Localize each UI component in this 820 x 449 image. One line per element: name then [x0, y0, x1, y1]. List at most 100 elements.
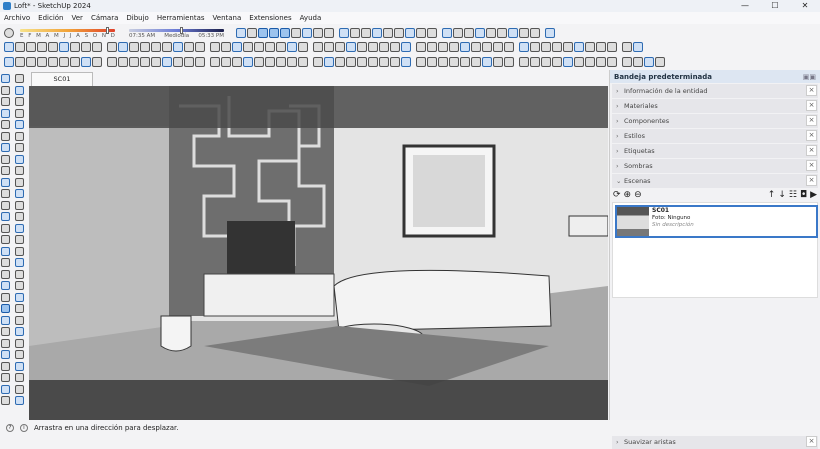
menu-herramientas[interactable]: Herramientas	[153, 14, 209, 22]
time-slider[interactable]: 07:35 AM Mediodía 05:33 PM	[129, 26, 224, 39]
toolbar-tool-icon[interactable]	[129, 41, 139, 52]
scene-tab-sc01[interactable]: SC01	[31, 72, 93, 86]
toolbar-tool-icon[interactable]	[15, 41, 25, 52]
left-tool-icon[interactable]	[15, 315, 24, 325]
toolbar-tool-icon[interactable]	[48, 41, 58, 52]
toolbar-tool-icon[interactable]	[140, 56, 150, 67]
toolbar-tool-icon[interactable]	[368, 41, 378, 52]
toolbar-tool-icon[interactable]	[530, 27, 540, 38]
toolbar-tool-icon[interactable]	[291, 27, 301, 38]
toolbar-tool-icon[interactable]	[379, 41, 389, 52]
toolbar-tool-icon[interactable]	[416, 27, 426, 38]
toolbar-tool-icon[interactable]	[427, 56, 437, 67]
toolbar-tool-icon[interactable]	[184, 56, 194, 67]
close-section-icon[interactable]: ×	[806, 115, 817, 126]
toolbar-tool-icon[interactable]	[401, 56, 411, 67]
left-tool-icon[interactable]	[1, 269, 10, 279]
move-down-icon[interactable]: ↓	[778, 190, 786, 200]
menu-ver[interactable]: Ver	[68, 14, 87, 22]
toolbar-tool-icon[interactable]	[339, 27, 349, 38]
toolbar-tool-icon[interactable]	[236, 27, 246, 38]
toolbar-tool-icon[interactable]	[302, 27, 312, 38]
left-tool-icon[interactable]	[15, 350, 24, 359]
chevron-right-icon[interactable]: ›	[616, 162, 624, 170]
add-scene-icon[interactable]: ⊕	[624, 190, 632, 200]
toolbar-tool-icon[interactable]	[390, 56, 400, 67]
toolbar-tool-icon[interactable]	[221, 56, 231, 67]
left-tool-icon[interactable]	[15, 304, 24, 313]
toolbar-tool-icon[interactable]	[298, 56, 308, 67]
tray-section[interactable]: › Materiales ×	[612, 99, 818, 113]
left-tool-icon[interactable]	[15, 361, 24, 371]
left-tool-icon[interactable]	[1, 350, 10, 359]
toolbar-tool-icon[interactable]	[173, 41, 183, 52]
toolbar-tool-icon[interactable]	[350, 27, 360, 38]
toolbar-tool-icon[interactable]	[497, 27, 507, 38]
toolbar-tool-icon[interactable]	[162, 56, 172, 67]
toolbar-tool-icon[interactable]	[258, 27, 268, 38]
left-tool-icon[interactable]	[15, 154, 24, 164]
left-tool-icon[interactable]	[1, 154, 10, 164]
maximize-button[interactable]: ☐	[760, 0, 790, 12]
toolbar-tool-icon[interactable]	[471, 56, 481, 67]
menu-ayuda[interactable]: Ayuda	[296, 14, 326, 22]
toolbar-tool-icon[interactable]	[427, 41, 437, 52]
left-tool-icon[interactable]	[15, 396, 24, 405]
toolbar-tool-icon[interactable]	[644, 56, 654, 67]
toolbar-tool-icon[interactable]	[287, 41, 297, 52]
toolbar-tool-icon[interactable]	[541, 56, 551, 67]
left-tool-icon[interactable]	[1, 384, 10, 394]
toolbar-tool-icon[interactable]	[70, 56, 80, 67]
close-section-icon[interactable]: ×	[806, 85, 817, 96]
left-tool-icon[interactable]	[1, 281, 10, 290]
tray-section[interactable]: › Componentes ×	[612, 114, 818, 128]
toolbar-tool-icon[interactable]	[633, 56, 643, 67]
time-slider-handle[interactable]	[179, 26, 183, 34]
menu-dibujo[interactable]: Dibujo	[122, 14, 152, 22]
toolbar-tool-icon[interactable]	[140, 41, 150, 52]
toolbar-tool-icon[interactable]	[26, 41, 36, 52]
toolbar-tool-icon[interactable]	[563, 56, 573, 67]
toolbar-tool-icon[interactable]	[324, 27, 334, 38]
left-tool-icon[interactable]	[15, 85, 24, 95]
toolbar-tool-icon[interactable]	[118, 56, 128, 67]
toolbar-tool-icon[interactable]	[442, 27, 452, 38]
toolbar-tool-icon[interactable]	[4, 56, 14, 67]
toolbar-tool-icon[interactable]	[482, 41, 492, 52]
toolbar-tool-icon[interactable]	[210, 41, 220, 52]
left-tool-icon[interactable]	[1, 97, 10, 106]
toolbar-tool-icon[interactable]	[151, 41, 161, 52]
toolbar-tool-icon[interactable]	[269, 27, 279, 38]
close-section-icon[interactable]: ×	[806, 100, 817, 111]
toolbar-tool-icon[interactable]	[453, 27, 463, 38]
left-tool-icon[interactable]	[15, 373, 24, 382]
left-tool-icon[interactable]	[1, 74, 10, 83]
toolbar-tool-icon[interactable]	[15, 56, 25, 67]
chevron-right-icon[interactable]: ›	[616, 132, 624, 140]
toolbar-tool-icon[interactable]	[622, 56, 632, 67]
toolbar-tool-icon[interactable]	[210, 56, 220, 67]
left-tool-icon[interactable]	[1, 120, 10, 129]
toolbar-tool-icon[interactable]	[416, 56, 426, 67]
toolbar-tool-icon[interactable]	[265, 41, 275, 52]
toolbar-tool-icon[interactable]	[530, 41, 540, 52]
toolbar-tool-icon[interactable]	[37, 41, 47, 52]
menu-cámara[interactable]: Cámara	[87, 14, 122, 22]
toolbar-tool-icon[interactable]	[254, 41, 264, 52]
toolbar-tool-icon[interactable]	[48, 56, 58, 67]
toolbar-tool-icon[interactable]	[493, 56, 503, 67]
toolbar-tool-icon[interactable]	[394, 27, 404, 38]
info-icon[interactable]: i	[20, 424, 28, 432]
toolbar-tool-icon[interactable]	[475, 27, 485, 38]
toolbar-tool-icon[interactable]	[530, 56, 540, 67]
left-tool-icon[interactable]	[1, 327, 10, 336]
left-tool-icon[interactable]	[15, 177, 24, 187]
left-tool-icon[interactable]	[15, 200, 24, 210]
toolbar-tool-icon[interactable]	[519, 56, 529, 67]
toolbar-tool-icon[interactable]	[92, 56, 102, 67]
left-tool-icon[interactable]	[1, 258, 10, 267]
toolbar-tool-icon[interactable]	[361, 27, 371, 38]
toolbar-tool-icon[interactable]	[372, 27, 382, 38]
toolbar-tool-icon[interactable]	[574, 41, 584, 52]
left-tool-icon[interactable]	[1, 85, 10, 95]
